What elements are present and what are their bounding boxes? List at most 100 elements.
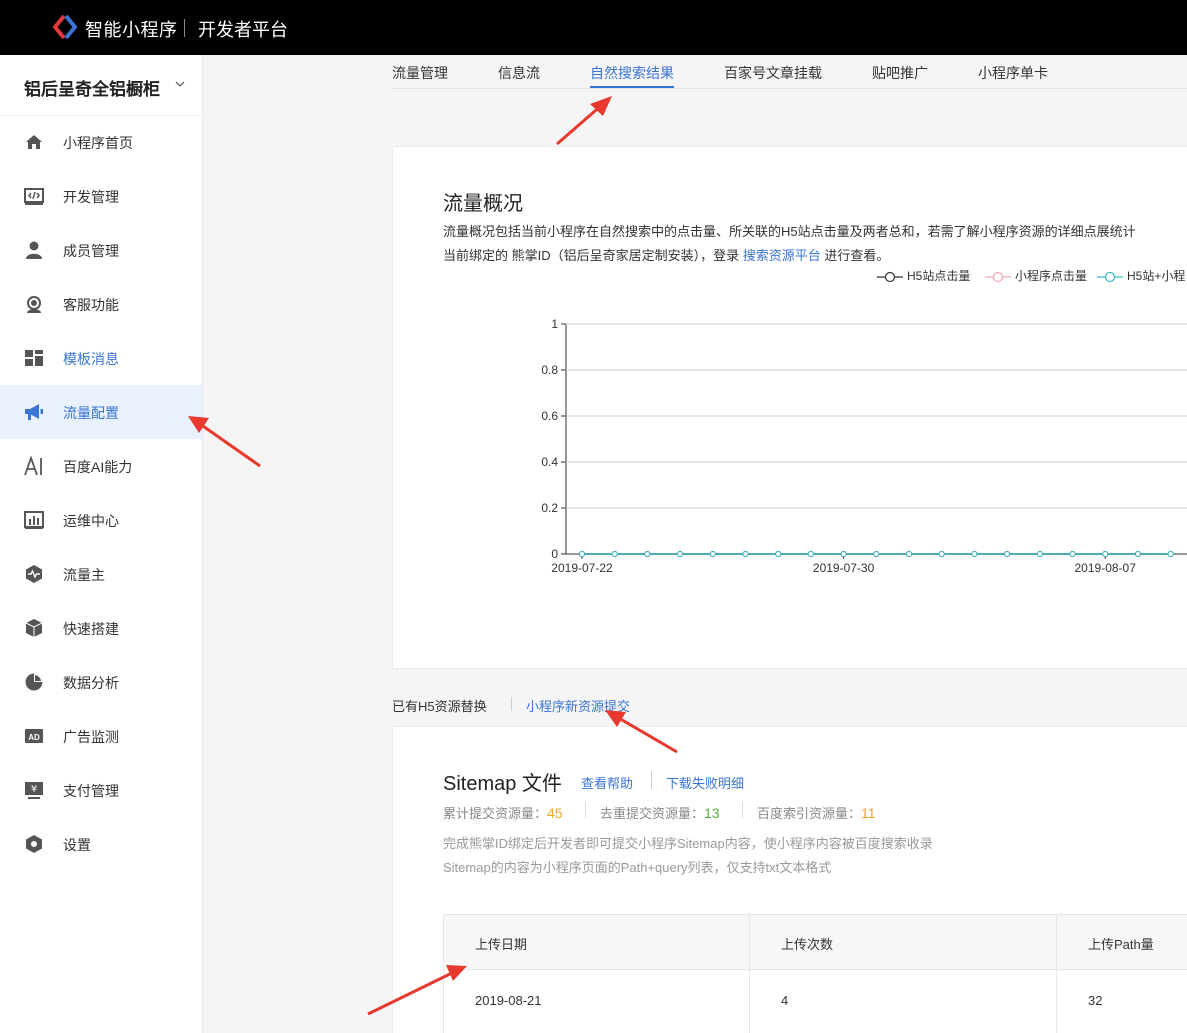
logo-icon[interactable] [52,14,78,40]
sidebar: 铝后呈奇全铝橱柜 小程序首页 开发管理 成员管理 客服功能 模板消息 流量配置 … [0,55,203,1033]
download-failures-link[interactable]: 下载失败明细 [666,773,744,792]
legend-h5[interactable]: H5站点击量 [877,267,970,284]
headset-icon [27,296,41,313]
app-name: 铝后呈奇全铝橱柜 [24,80,160,99]
legend-h5-label: H5站点击量 [907,269,971,283]
annotation-arrow [556,96,612,146]
user-icon [26,241,42,259]
stat-divider [585,802,586,818]
sidebar-item-quick-build[interactable]: 快速搭建 [0,601,202,655]
sidebar-item-service[interactable]: 客服功能 [0,277,202,331]
tab-h5-replace[interactable]: 已有H5资源替换 [392,696,487,715]
stat-dedup-value: 13 [704,805,720,821]
legend-total-marker [1097,271,1123,282]
stat-indexed-label: 百度索引资源量： [757,806,862,821]
resource-tab-divider [511,697,512,711]
table-header-paths: 上传Path量 [1088,937,1154,952]
sidebar-item-traffic-config[interactable]: 流量配置 [0,385,202,439]
bar-chart-icon [24,511,44,529]
table-header-date: 上传日期 [475,937,528,952]
sidebar-item-label: 客服功能 [63,297,119,313]
active-tab-indicator [590,86,674,88]
legend-total[interactable]: H5站+小程 [1097,267,1185,284]
sidebar-item-label: 开发管理 [63,189,119,205]
sidebar-item-data-analysis[interactable]: 数据分析 [0,655,202,709]
sidebar-item-payment[interactable]: ¥ 支付管理 [0,763,202,817]
code-icon [24,188,44,205]
overview-binding-text: 当前绑定的 熊掌ID（铝后呈奇家居定制安装），登录 [443,248,743,263]
legend-mini[interactable]: 小程序点击量 [985,267,1087,284]
brand-subtitle: 开发者平台 [198,20,288,40]
legend-mini-marker [985,271,1011,282]
search-resource-platform-link[interactable]: 搜索资源平台 [743,248,821,263]
sidebar-item-ad-monitor[interactable]: AD 广告监测 [0,709,202,763]
tab-tieba[interactable]: 贴吧推广 [872,63,928,83]
upload-table: 上传日期 上传次数 上传Path量 2019-08-21 4 32 [443,914,1187,1033]
stat-total-value: 45 [547,805,563,821]
pulse-icon [26,565,42,583]
settings-icon [26,835,42,853]
table-column-divider [749,915,750,1033]
sidebar-item-ai[interactable]: 百度AI能力 [0,439,202,493]
sidebar-item-ops[interactable]: 运维中心 [0,493,202,547]
top-bar: 智能小程序 开发者平台 [0,0,1187,55]
sidebar-item-label: 广告监测 [63,729,119,745]
tab-new-resource-submit[interactable]: 小程序新资源提交 [526,696,630,715]
sidebar-item-label: 支付管理 [63,783,119,799]
table-header-row: 上传日期 上传次数 上传Path量 [444,915,1187,970]
table-column-divider [1056,915,1057,1033]
sidebar-item-template[interactable]: 模板消息 [0,331,202,385]
tab-bar: 流量管理 信息流 自然搜索结果 百家号文章挂载 贴吧推广 小程序单卡 [392,55,1187,89]
stat-divider [742,802,743,818]
sidebar-item-label: 百度AI能力 [63,459,133,475]
table-header-count: 上传次数 [781,937,834,952]
ad-icon: AD [25,729,43,743]
table-cell-count: 4 [781,993,789,1008]
app-selector[interactable]: 铝后呈奇全铝橱柜 [0,55,202,116]
table-row: 2019-08-21 4 32 [444,970,1187,1033]
cube-icon [25,619,43,637]
sitemap-link-divider [651,771,652,789]
legend-mini-label: 小程序点击量 [1015,269,1088,283]
tab-single-card[interactable]: 小程序单卡 [978,63,1048,83]
svg-text:¥: ¥ [31,784,37,795]
sidebar-item-home[interactable]: 小程序首页 [0,115,202,169]
sitemap-title: Sitemap 文件 [443,773,562,795]
table-cell-date: 2019-08-21 [475,993,542,1008]
home-icon [26,135,42,149]
sidebar-item-members[interactable]: 成员管理 [0,223,202,277]
sidebar-item-label: 模板消息 [63,351,119,367]
sidebar-item-label: 小程序首页 [63,135,133,151]
tab-natural-search[interactable]: 自然搜索结果 [590,63,674,83]
stat-indexed-value: 11 [861,805,876,821]
overview-description: 流量概况包括当前小程序在自然搜索中的点击量、所关联的H5站点击量及两者总和，若需… [443,224,1136,239]
brand-divider [184,19,185,37]
overview-binding-suffix: 进行查看。 [820,248,890,263]
sidebar-item-traffic-owner[interactable]: 流量主 [0,547,202,601]
ai-icon [24,456,42,476]
tab-feed[interactable]: 信息流 [498,63,540,83]
tab-baijiahao[interactable]: 百家号文章挂载 [724,63,822,83]
sidebar-item-label: 设置 [63,837,91,853]
sidebar-item-label: 流量主 [63,567,105,583]
legend-h5-marker [877,271,903,282]
legend-total-label: H5站+小程 [1127,269,1186,283]
table-cell-paths: 32 [1088,993,1103,1008]
sidebar-item-dev[interactable]: 开发管理 [0,169,202,223]
view-help-link[interactable]: 查看帮助 [581,773,633,792]
sitemap-note-2: Sitemap的内容为小程序页面的Path+query列表，仅支持txt文本格式 [443,860,832,875]
stat-dedup-label: 去重提交资源量： [600,806,705,821]
stat-indexed: 百度索引资源量：11 [757,803,876,822]
megaphone-icon [25,404,43,420]
template-icon [25,350,43,366]
stat-total-submitted: 累计提交资源量：45 [443,803,563,822]
svg-text:AD: AD [28,733,40,742]
stat-dedup-submitted: 去重提交资源量：13 [600,803,720,822]
pie-icon [25,673,43,691]
brand-name[interactable]: 智能小程序 [85,16,178,42]
sitemap-note-1: 完成熊掌ID绑定后开发者即可提交小程序Sitemap内容，使小程序内容被百度搜索… [443,836,933,851]
sidebar-item-label: 流量配置 [63,405,119,421]
tab-traffic-management[interactable]: 流量管理 [392,63,448,83]
overview-title: 流量概况 [443,193,523,215]
sidebar-item-settings[interactable]: 设置 [0,817,202,871]
